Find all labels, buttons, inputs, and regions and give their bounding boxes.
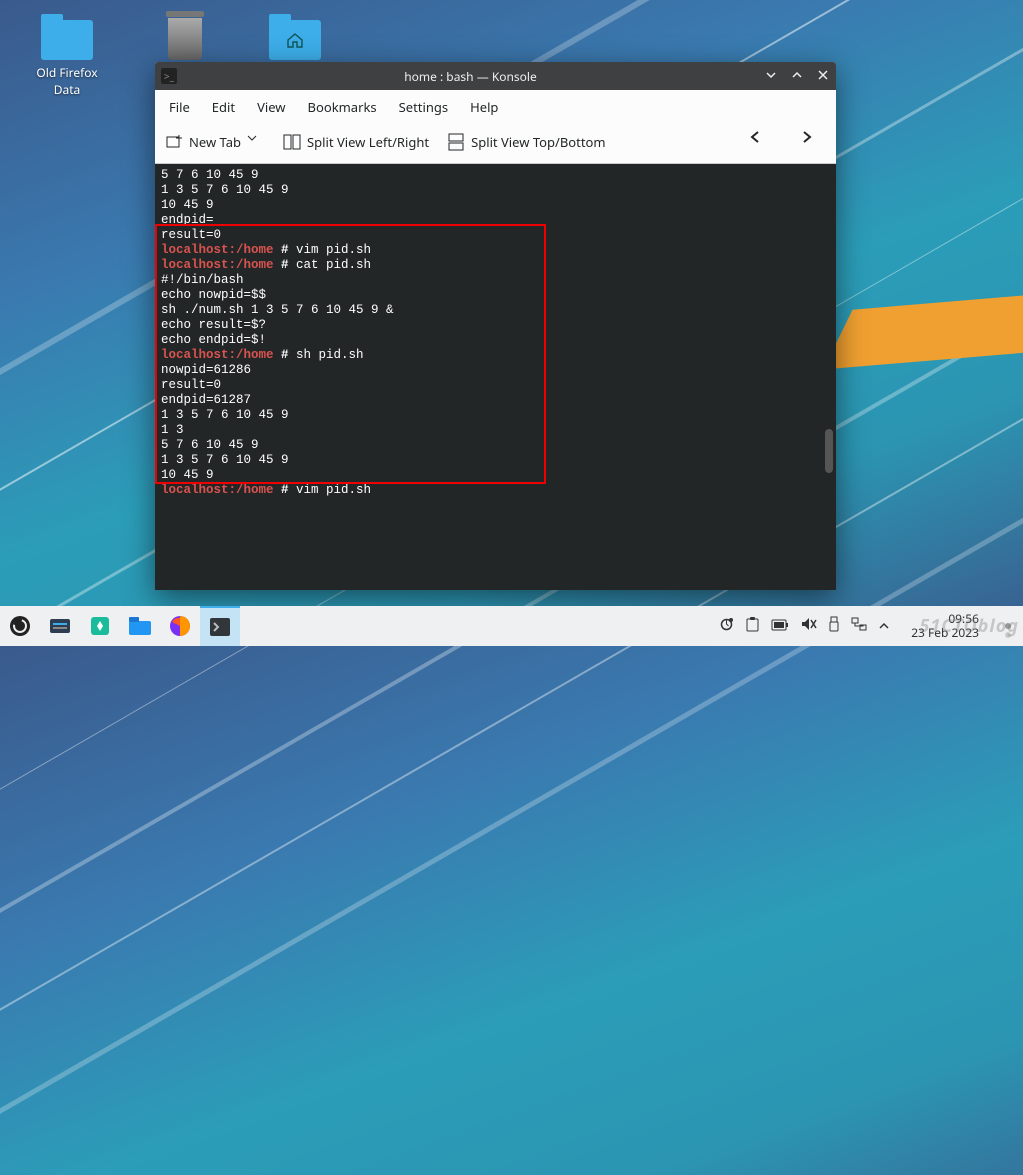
- desktop-pager[interactable]: [1005, 623, 1011, 629]
- folder-icon: [41, 20, 93, 60]
- taskbar-app-firefox[interactable]: [160, 606, 200, 646]
- tray-volume-muted-icon[interactable]: [801, 617, 817, 635]
- folder-icon: [269, 20, 321, 60]
- taskbar-app-konsole[interactable]: [200, 606, 240, 646]
- terminal-line: 5 7 6 10 45 9: [161, 438, 830, 453]
- menu-bookmarks[interactable]: Bookmarks: [308, 98, 377, 116]
- split-lr-button[interactable]: Split View Left/Right: [283, 133, 429, 151]
- tray-network-icon[interactable]: [851, 617, 867, 635]
- terminal-line: 1 3: [161, 423, 830, 438]
- terminal-line: 1 3 5 7 6 10 45 9: [161, 453, 830, 468]
- trash-icon: [168, 18, 202, 60]
- maximize-button[interactable]: [784, 68, 810, 85]
- toolbar: New Tab Split View Left/Right Split View…: [155, 124, 836, 164]
- menu-edit[interactable]: Edit: [212, 98, 235, 116]
- tray-clipboard-icon[interactable]: [746, 617, 759, 636]
- terminal-line: localhost:/home # sh pid.sh: [161, 348, 830, 363]
- menu-view[interactable]: View: [257, 98, 285, 116]
- new-tab-icon: [165, 133, 183, 151]
- new-tab-label: New Tab: [189, 133, 241, 151]
- taskbar-app-discover[interactable]: [80, 606, 120, 646]
- tray-updates-icon[interactable]: [719, 617, 734, 636]
- taskbar-app-dolphin[interactable]: [120, 606, 160, 646]
- split-tb-label: Split View Top/Bottom: [471, 133, 605, 151]
- desktop-folder-old-firefox[interactable]: Old Firefox Data: [22, 20, 112, 98]
- terminal-line: sh ./num.sh 1 3 5 7 6 10 45 9 &: [161, 303, 830, 318]
- terminal-line: 10 45 9: [161, 468, 830, 483]
- menubar: File Edit View Bookmarks Settings Help: [155, 90, 836, 124]
- minimize-button[interactable]: [758, 68, 784, 85]
- toolbar-next-button[interactable]: [792, 130, 826, 153]
- taskbar-clock[interactable]: 09:56 23 Feb 2023: [901, 612, 989, 640]
- window-titlebar[interactable]: >_ home : bash — Konsole: [155, 62, 836, 90]
- menu-settings[interactable]: Settings: [399, 98, 448, 116]
- menu-help[interactable]: Help: [470, 98, 498, 116]
- terminal-line: localhost:/home # vim pid.sh: [161, 483, 830, 498]
- konsole-window: >_ home : bash — Konsole File Edit View …: [155, 62, 836, 590]
- app-launcher-button[interactable]: [0, 606, 40, 646]
- desktop-icon-label: Old Firefox Data: [22, 64, 112, 98]
- app-icon: >_: [161, 68, 177, 84]
- terminal-line: localhost:/home # cat pid.sh: [161, 258, 830, 273]
- close-button[interactable]: [810, 68, 836, 85]
- split-lr-icon: [283, 133, 301, 151]
- terminal-scrollbar[interactable]: [825, 429, 833, 473]
- terminal-line: endpid=61287: [161, 393, 830, 408]
- terminal-line: result=0: [161, 378, 830, 393]
- menu-file[interactable]: File: [169, 98, 190, 116]
- new-tab-button[interactable]: New Tab: [165, 133, 265, 151]
- taskbar-app-settings[interactable]: [40, 606, 80, 646]
- taskbar: 09:56 23 Feb 2023: [0, 606, 1023, 646]
- terminal-view[interactable]: 5 7 6 10 45 91 3 5 7 6 10 45 910 45 9end…: [155, 164, 836, 590]
- system-tray: 09:56 23 Feb 2023: [719, 612, 1023, 640]
- terminal-line: localhost:/home # vim pid.sh: [161, 243, 830, 258]
- terminal-line: 1 3 5 7 6 10 45 9: [161, 408, 830, 423]
- terminal-line: 10 45 9: [161, 198, 830, 213]
- split-tb-button[interactable]: Split View Top/Bottom: [447, 133, 605, 151]
- terminal-line: #!/bin/bash: [161, 273, 830, 288]
- terminal-line: echo nowpid=$$: [161, 288, 830, 303]
- tray-expand-icon[interactable]: [879, 617, 889, 635]
- split-lr-label: Split View Left/Right: [307, 133, 429, 151]
- wallpaper-accent: [823, 291, 1023, 370]
- clock-date: 23 Feb 2023: [911, 626, 979, 640]
- terminal-line: 1 3 5 7 6 10 45 9: [161, 183, 830, 198]
- desktop-trash[interactable]: [140, 18, 230, 64]
- terminal-line: result=0: [161, 228, 830, 243]
- chevron-down-icon: [247, 133, 265, 151]
- tray-usb-icon[interactable]: [829, 616, 839, 636]
- terminal-line: echo endpid=$!: [161, 333, 830, 348]
- split-tb-icon: [447, 133, 465, 151]
- terminal-line: endpid=: [161, 213, 830, 228]
- window-title: home : bash — Konsole: [183, 68, 758, 85]
- terminal-line: 5 7 6 10 45 9: [161, 168, 830, 183]
- terminal-line: echo result=$?: [161, 318, 830, 333]
- toolbar-prev-button[interactable]: [740, 130, 774, 153]
- desktop-folder-home[interactable]: [250, 20, 340, 64]
- tray-battery-icon[interactable]: [771, 617, 789, 635]
- terminal-line: nowpid=61286: [161, 363, 830, 378]
